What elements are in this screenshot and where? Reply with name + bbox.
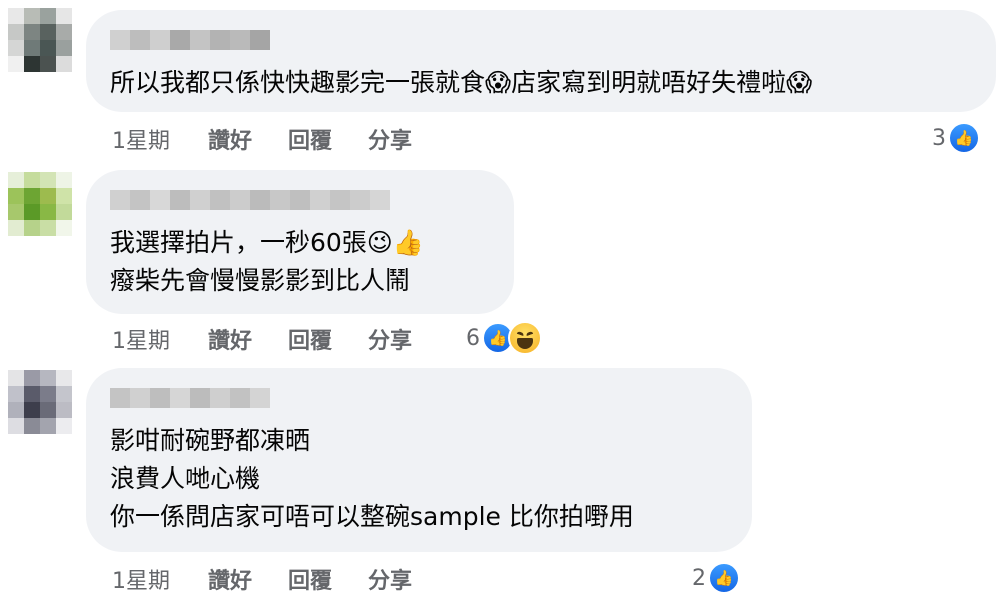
like-button[interactable]: 讚好 <box>208 323 252 355</box>
comment-bubble: 影咁耐碗野都凍晒 浪費人哋心機 你一係問店家可唔可以整碗sample 比你拍嘢用 <box>86 368 752 552</box>
reply-button[interactable]: 回覆 <box>288 563 332 595</box>
comment-actions: 1星期 讚好 回覆 分享 <box>112 324 448 354</box>
reaction-count: 6 <box>466 325 480 351</box>
comment-text-line-2: 浪費人哋心機 <box>110 464 261 493</box>
reaction-count: 2 <box>692 565 706 591</box>
reaction-count: 3 <box>932 125 946 151</box>
reply-button[interactable]: 回覆 <box>288 323 332 355</box>
reaction-summary[interactable]: 6 👍 <box>466 320 542 356</box>
author-name-blurred[interactable] <box>110 30 972 50</box>
avatar[interactable] <box>8 370 72 434</box>
comment-actions: 1星期 讚好 回覆 分享 <box>112 124 448 154</box>
timestamp[interactable]: 1星期 <box>112 563 208 595</box>
comment-text-line-1: 影咁耐碗野都凍晒 <box>110 426 311 455</box>
comment-text-line-3: 你一係問店家可唔可以整碗sample 比你拍嘢用 <box>110 502 634 531</box>
reaction-summary[interactable]: 2 👍 <box>692 560 740 596</box>
like-button[interactable]: 讚好 <box>208 563 252 595</box>
author-name-blurred[interactable] <box>110 388 728 408</box>
author-name-blurred[interactable] <box>110 190 490 210</box>
timestamp[interactable]: 1星期 <box>112 323 208 355</box>
share-button[interactable]: 分享 <box>368 123 412 155</box>
like-button[interactable]: 讚好 <box>208 123 252 155</box>
timestamp[interactable]: 1星期 <box>112 123 208 155</box>
avatar[interactable] <box>8 172 72 236</box>
like-icon: 👍 <box>708 562 740 594</box>
like-icon: 👍 <box>948 122 980 154</box>
comment-text-line-2: 癈柴先會慢慢影影到比人鬧 <box>110 266 411 295</box>
share-button[interactable]: 分享 <box>368 323 412 355</box>
comment-actions: 1星期 讚好 回覆 分享 <box>112 564 448 594</box>
avatar[interactable] <box>8 8 72 72</box>
reaction-summary[interactable]: 3 👍 <box>932 120 980 156</box>
comment-text: 所以我都只係快快趣影完一張就食😱店家寫到明就唔好失禮啦😱 <box>110 68 813 97</box>
comment-bubble: 我選擇拍片，一秒60張😉👍 癈柴先會慢慢影影到比人鬧 <box>86 170 514 314</box>
share-button[interactable]: 分享 <box>368 563 412 595</box>
comment-text-line-1: 我選擇拍片，一秒60張😉👍 <box>110 228 425 257</box>
comment-bubble: 所以我都只係快快趣影完一張就食😱店家寫到明就唔好失禮啦😱 <box>86 10 996 112</box>
reply-button[interactable]: 回覆 <box>288 123 332 155</box>
haha-icon <box>508 321 542 355</box>
